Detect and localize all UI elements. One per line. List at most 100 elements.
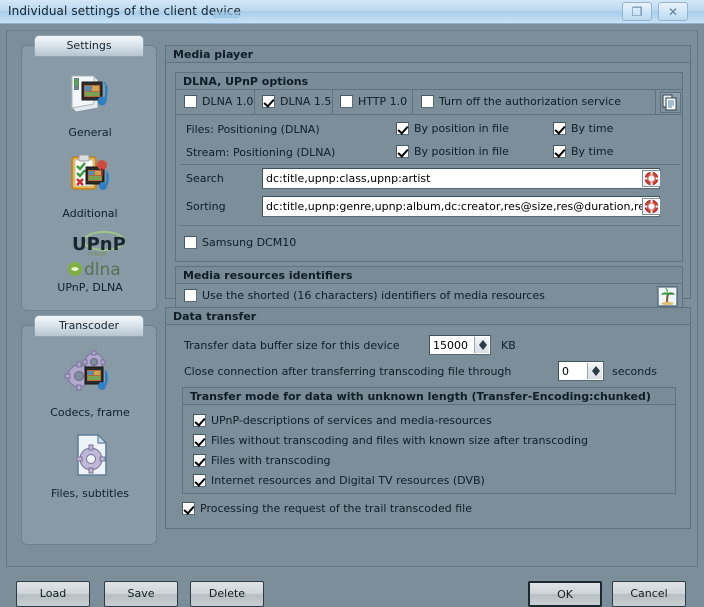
checkbox-files-without-transcoding-label: Files without transcoding and files with… <box>211 434 588 447</box>
checkbox-samsung-dcm10-label: Samsung DCM10 <box>202 236 297 249</box>
divider-2 <box>332 90 333 114</box>
sidebar: Settings General Additional UPnP FORUM d… <box>21 35 158 553</box>
checkbox-shorted-identifiers[interactable]: Use the shorted (16 characters) identifi… <box>184 289 545 302</box>
sorting-label: Sorting <box>186 200 226 213</box>
checkbox-http-10-label: HTTP 1.0 <box>358 95 408 108</box>
clipboard-media-icon <box>64 151 116 201</box>
delete-button[interactable]: Delete <box>190 581 264 607</box>
checkbox-files-with-transcoding-box <box>193 454 206 467</box>
window-title: Individual settings of the client device <box>8 4 242 18</box>
checkbox-trail-transcoded-file-label: Processing the request of the trail tran… <box>200 502 472 515</box>
checkbox-files-with-transcoding-label: Files with transcoding <box>211 454 331 467</box>
group-media-resources-title: Media resources identifiers <box>176 267 682 284</box>
cancel-button-label: Cancel <box>630 587 668 600</box>
checkbox-stream-by-position-box <box>396 145 409 158</box>
media-folder-icon <box>64 70 116 120</box>
checkbox-dlna-15[interactable]: DLNA 1.5 <box>262 95 331 108</box>
buffer-size-stepper[interactable]: 15000 <box>429 335 491 355</box>
checkbox-trail-transcoded-file[interactable]: Processing the request of the trail tran… <box>182 502 472 515</box>
group-transfer-mode-chunked-title: Transfer mode for data with unknown leng… <box>183 388 675 405</box>
close-connection-stepper[interactable]: 0 <box>558 361 604 381</box>
close-connection-label: Close connection after transferring tran… <box>184 365 512 378</box>
cancel-button[interactable]: Cancel <box>612 581 686 607</box>
save-button-label: Save <box>127 587 155 600</box>
lifebuoy-help-icon-sorting[interactable] <box>642 198 661 215</box>
sidebar-item-additional[interactable]: Additional <box>22 151 158 220</box>
checkbox-dlna-10-label: DLNA 1.0 <box>202 95 254 108</box>
dialog-inner-frame: Settings General Additional UPnP FORUM d… <box>6 30 698 567</box>
checkbox-files-by-position[interactable]: By position in file <box>396 122 509 135</box>
checkbox-stream-by-time-label: By time <box>571 145 614 158</box>
search-input[interactable]: dc:title,upnp:class,upnp:artist <box>262 168 660 189</box>
palm-tree-icon[interactable] <box>657 286 678 307</box>
dialog-body: Settings General Additional UPnP FORUM d… <box>0 24 704 607</box>
checkbox-files-by-time[interactable]: By time <box>553 122 613 135</box>
checkbox-dlna-15-box <box>262 95 275 108</box>
buffer-size-stepper-arrows[interactable] <box>474 337 489 353</box>
load-button-label: Load <box>39 587 67 600</box>
lifebuoy-help-icon-search[interactable] <box>642 170 661 187</box>
checkbox-http-10-box <box>340 95 353 108</box>
row-files-positioning-label: Files: Positioning (DLNA) <box>186 123 320 136</box>
checkbox-trail-transcoded-file-box <box>182 502 195 515</box>
checkbox-turn-off-authorization-box <box>421 95 434 108</box>
checkbox-files-by-position-box <box>396 122 409 135</box>
sidebar-item-files-subtitles[interactable]: Files, subtitles <box>22 431 158 500</box>
group-transfer-mode-chunked: Transfer mode for data with unknown leng… <box>182 387 676 494</box>
close-window-button[interactable]: ✕ <box>658 2 688 21</box>
checkbox-shorted-identifiers-label: Use the shorted (16 characters) identifi… <box>202 289 545 302</box>
sorting-input[interactable]: dc:title,upnp:genre,upnp:album,dc:creato… <box>262 196 660 217</box>
divider-4 <box>655 90 656 114</box>
save-button[interactable]: Save <box>104 581 178 607</box>
checkbox-files-by-position-label: By position in file <box>414 122 509 135</box>
sidebar-item-general[interactable]: General <box>22 70 158 139</box>
restore-window-button[interactable]: ❐ <box>622 2 652 21</box>
buffer-size-value: 15000 <box>433 339 468 352</box>
dlna-version-row: DLNA 1.0 DLNA 1.5 HTTP 1.0 Turn off the … <box>176 90 682 115</box>
checkbox-files-without-transcoding[interactable]: Files without transcoding and files with… <box>193 434 588 447</box>
ok-button[interactable]: OK <box>528 581 602 607</box>
divider-3 <box>412 90 413 114</box>
group-media-resources-identifiers: Media resources identifiers Use the shor… <box>175 266 683 308</box>
gears-media-icon <box>64 350 116 400</box>
sidebar-group-settings: Settings General Additional UPnP FORUM d… <box>21 35 158 311</box>
svg-text:FORUM: FORUM <box>88 252 106 258</box>
checkbox-samsung-dcm10[interactable]: Samsung DCM10 <box>184 236 296 249</box>
checkbox-stream-by-time-box <box>553 145 566 158</box>
sidebar-item-upnp-dlna[interactable]: UPnP FORUM dlna UPnP, DLNA <box>22 231 158 294</box>
search-label: Search <box>186 172 224 185</box>
checkbox-stream-by-time[interactable]: By time <box>553 145 613 158</box>
checkbox-stream-by-position[interactable]: By position in file <box>396 145 509 158</box>
copy-settings-icon[interactable] <box>660 92 681 113</box>
checkbox-stream-by-position-label: By position in file <box>414 145 509 158</box>
checkbox-turn-off-authorization[interactable]: Turn off the authorization service <box>421 95 621 108</box>
restore-icon: ❐ <box>631 5 643 19</box>
checkbox-dlna-10[interactable]: DLNA 1.0 <box>184 95 253 108</box>
checkbox-internet-dvb-resources-box <box>193 474 206 487</box>
title-bar-ghost-text <box>213 12 239 18</box>
load-button[interactable]: Load <box>16 581 90 607</box>
checkbox-files-by-time-label: By time <box>571 122 614 135</box>
buffer-size-unit: KB <box>501 339 516 352</box>
group-dlna-upnp-options-title: DLNA, UPnP options <box>176 73 682 90</box>
checkbox-upnp-descriptions[interactable]: UPnP-descriptions of services and media-… <box>193 414 492 427</box>
close-connection-unit: seconds <box>612 365 657 378</box>
close-connection-stepper-arrows[interactable] <box>587 363 602 379</box>
title-bar: Individual settings of the client device… <box>0 0 704 24</box>
checkbox-shorted-identifiers-box <box>184 289 197 302</box>
checkbox-upnp-descriptions-label: UPnP-descriptions of services and media-… <box>211 414 492 427</box>
sidebar-group-settings-header: Settings <box>34 35 144 57</box>
sidebar-item-upnp-dlna-label: UPnP, DLNA <box>57 281 123 294</box>
group-data-transfer: Data transfer Transfer data buffer size … <box>165 307 691 529</box>
divider-1 <box>254 90 255 114</box>
row-stream-positioning-label: Stream: Positioning (DLNA) <box>186 146 336 159</box>
sidebar-item-codecs-frame[interactable]: Codecs, frame <box>22 350 158 419</box>
checkbox-files-without-transcoding-box <box>193 434 206 447</box>
sidebar-item-files-subtitles-label: Files, subtitles <box>50 487 130 500</box>
checkbox-files-with-transcoding[interactable]: Files with transcoding <box>193 454 331 467</box>
checkbox-http-10[interactable]: HTTP 1.0 <box>340 95 407 108</box>
group-dlna-upnp-options: DLNA, UPnP options DLNA 1.0 DLNA 1.5 HTT… <box>175 72 683 262</box>
sidebar-item-codecs-frame-label: Codecs, frame <box>50 406 130 419</box>
checkbox-internet-dvb-resources[interactable]: Internet resources and Digital TV resour… <box>193 474 485 487</box>
sidebar-item-general-label: General <box>68 126 112 139</box>
